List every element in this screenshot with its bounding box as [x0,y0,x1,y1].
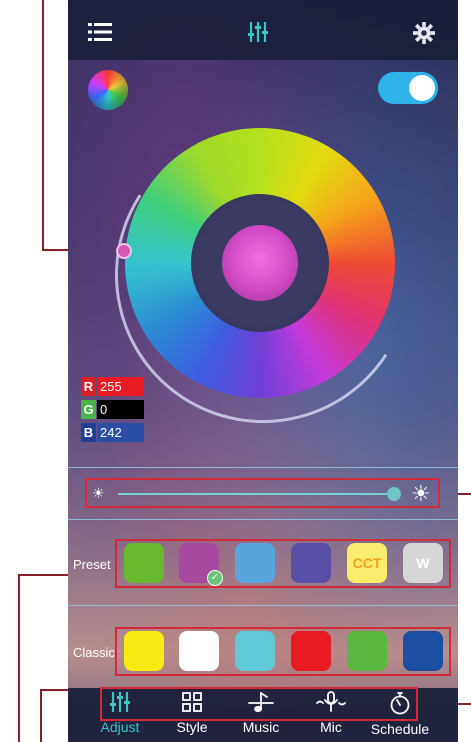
timer-icon [390,692,410,715]
preset-swatch[interactable]: ✓ [179,543,223,586]
preset-swatch[interactable]: W [403,543,443,583]
classic-callout-box [115,627,451,676]
tab-schedule-label: Schedule [370,721,430,737]
tab-music[interactable]: Music [226,691,296,741]
tab-schedule[interactable]: Schedule [365,691,435,741]
green-label: G [81,400,96,419]
color-picker-handle[interactable] [116,243,132,259]
rgb-blue-row: B 242 [81,423,144,442]
classic-swatch[interactable] [403,631,443,671]
tab-music-label: Music [242,719,280,735]
green-value[interactable]: 0 [97,400,144,419]
red-value[interactable]: 255 [97,377,144,396]
tab-adjust-label: Adjust [100,719,140,735]
equalizer-icon[interactable] [247,21,269,43]
microphone-icon [316,691,346,712]
phone-screen: R 255 G 0 B 242 ☀ ☀ Preset Classic Adjus… [68,0,458,742]
brightness-low-icon: ☀ [92,485,105,501]
classic-swatch[interactable] [235,631,275,671]
tab-mic[interactable]: Mic [296,691,366,741]
callout-line-wheel-v [42,0,44,251]
classic-swatch[interactable] [291,631,331,671]
menu-icon[interactable] [88,23,112,41]
preset-swatch-label: CCT [352,555,382,571]
red-label: R [81,377,96,396]
classic-label: Classic [73,645,115,660]
bottom-tab-bar: Adjust Style Music Mic Schedule [68,687,458,742]
tab-style-label: Style [176,719,208,735]
rgb-red-row: R 255 [81,377,144,396]
preset-swatch[interactable] [291,543,331,583]
grid-icon [182,692,202,712]
classic-swatch[interactable] [124,631,164,671]
tab-mic-label: Mic [320,719,342,735]
preset-label: Preset [73,557,111,572]
blue-label: B [81,423,96,442]
equalizer-icon [110,692,130,712]
divider [68,467,458,468]
preset-swatch-label: W [416,555,430,571]
tab-style[interactable]: Style [157,691,227,741]
toggle-knob [409,75,435,101]
callout-line-preset-v [18,574,20,742]
brightness-slider[interactable] [118,493,398,495]
power-toggle[interactable] [378,72,438,104]
callout-line-classic-v [40,689,42,742]
divider [68,519,458,520]
music-note-icon [248,692,274,713]
preset-swatch[interactable] [235,543,275,583]
top-bar [68,0,458,60]
classic-swatch[interactable] [179,631,219,671]
selected-color-preview[interactable] [222,225,298,301]
blue-value[interactable]: 242 [97,423,144,442]
rgb-green-row: G 0 [81,400,144,419]
check-icon: ✓ [207,570,223,586]
preset-swatch[interactable]: CCT [347,543,387,583]
tab-adjust[interactable]: Adjust [85,691,155,741]
preset-callout-box [115,539,451,588]
divider [68,605,458,606]
classic-swatch[interactable] [347,631,387,671]
color-palette-icon[interactable] [88,70,128,110]
preset-swatch[interactable] [124,543,164,583]
brightness-slider-knob[interactable] [387,487,401,501]
brightness-high-icon: ☀ [411,481,431,506]
gear-icon[interactable] [413,22,435,44]
